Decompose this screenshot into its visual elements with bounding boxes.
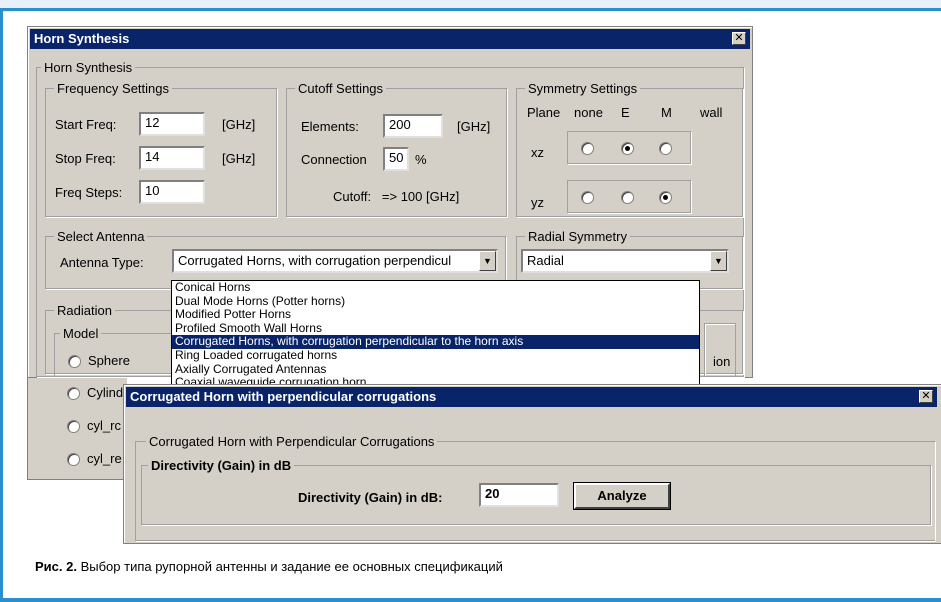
- xz-none-radio[interactable]: [581, 142, 594, 155]
- caption-text: Выбор типа рупорной антенны и задание ее…: [80, 559, 503, 574]
- sub-window-title: Corrugated Horn with perpendicular corru…: [130, 389, 437, 404]
- select-antenna-label: Select Antenna: [54, 229, 148, 244]
- model-cyl-rc-label: cyl_rc: [87, 418, 121, 433]
- corrugated-horn-group-label: Corrugated Horn with Perpendicular Corru…: [146, 434, 438, 449]
- figure-frame-bottom: [0, 598, 941, 602]
- symmetry-header-m: M: [661, 105, 672, 120]
- corrugated-horn-titlebar: Corrugated Horn with perpendicular corru…: [126, 387, 937, 407]
- chevron-down-icon[interactable]: ▼: [479, 251, 496, 271]
- symmetry-settings-group: Symmetry Settings Plane none E M wall xz…: [516, 81, 743, 217]
- close-icon[interactable]: ✕: [732, 32, 746, 45]
- start-freq-input[interactable]: 12: [139, 112, 205, 136]
- symmetry-row-xz-label: xz: [531, 145, 544, 160]
- figure-frame-left: [0, 8, 3, 602]
- antenna-option-modified-potter[interactable]: Modified Potter Horns: [172, 308, 699, 322]
- start-freq-unit: [GHz]: [222, 117, 256, 132]
- frequency-settings-label: Frequency Settings: [54, 81, 173, 96]
- start-freq-label: Start Freq:: [55, 117, 117, 132]
- symmetry-header-plane: Plane: [527, 105, 561, 120]
- model-sphere-radio[interactable]: [68, 355, 81, 368]
- radiation-right-panel: ion: [704, 323, 736, 377]
- symmetry-row-yz-box: [567, 180, 691, 213]
- symmetry-row-xz-box: [567, 131, 691, 164]
- stop-freq-input[interactable]: 14: [139, 146, 205, 170]
- chevron-down-icon[interactable]: ▼: [710, 251, 727, 271]
- stop-freq-label: Stop Freq:: [55, 151, 116, 166]
- figure-caption: Рис. 2. Выбор типа рупорной антенны и за…: [35, 558, 503, 576]
- elements-input[interactable]: 200: [383, 114, 443, 138]
- antenna-type-label: Antenna Type:: [60, 255, 144, 270]
- cutoff-settings-group: Cutoff Settings Elements: 200 [GHz] Conn…: [286, 81, 507, 217]
- xz-e-radio[interactable]: [621, 142, 634, 155]
- directivity-label: Directivity (Gain) in dB:: [298, 490, 443, 505]
- yz-m-radio[interactable]: [659, 191, 672, 204]
- radial-symmetry-selected: Radial: [527, 253, 564, 268]
- model-cylinder-radio-2[interactable]: [67, 387, 80, 400]
- directivity-group: Directivity (Gain) in dB Directivity (Ga…: [141, 458, 931, 525]
- symmetry-header-e: E: [621, 105, 630, 120]
- model-sphere-label: Sphere: [88, 353, 130, 368]
- freq-steps-label: Freq Steps:: [55, 185, 123, 200]
- model-cyl-re-radio[interactable]: [67, 453, 80, 466]
- freq-steps-input[interactable]: 10: [139, 180, 205, 204]
- window-title: Horn Synthesis: [34, 31, 130, 46]
- antenna-option-profiled-smooth[interactable]: Profiled Smooth Wall Horns: [172, 321, 699, 336]
- radiation-label: Radiation: [54, 303, 115, 318]
- yz-e-radio[interactable]: [621, 191, 634, 204]
- cutoff-settings-label: Cutoff Settings: [295, 81, 387, 96]
- antenna-type-selected: Corrugated Horns, with corrugation perpe…: [178, 253, 452, 268]
- model-label: Model: [60, 326, 102, 341]
- antenna-option-corrugated-perpendicular[interactable]: Corrugated Horns, with corrugation perpe…: [172, 335, 699, 349]
- directivity-input[interactable]: 20: [479, 483, 559, 507]
- close-icon[interactable]: ✕: [919, 390, 933, 403]
- symmetry-row-yz-label: yz: [531, 195, 544, 210]
- figure-frame-top: [0, 0, 941, 12]
- model-cyl-re-label: cyl_re: [87, 451, 122, 466]
- radial-symmetry-dropdown[interactable]: Radial ▼: [521, 249, 729, 273]
- stop-freq-unit: [GHz]: [222, 151, 256, 166]
- antenna-option-ring-loaded[interactable]: Ring Loaded corrugated horns: [172, 348, 699, 363]
- caption-prefix: Рис. 2.: [35, 559, 77, 574]
- antenna-option-conical[interactable]: Conical Horns: [172, 281, 699, 295]
- symmetry-header-wall: wall: [700, 105, 723, 120]
- yz-none-radio[interactable]: [581, 191, 594, 204]
- connection-unit: %: [415, 152, 427, 167]
- model-cyl-rc-radio[interactable]: [67, 420, 80, 433]
- connection-label: Connection: [301, 152, 367, 167]
- elements-label: Elements:: [301, 119, 359, 134]
- analyze-button[interactable]: Analyze: [573, 482, 671, 510]
- antenna-type-list[interactable]: Conical Horns Dual Mode Horns (Potter ho…: [171, 280, 700, 386]
- radial-symmetry-label: Radial Symmetry: [525, 229, 630, 244]
- directivity-group-label: Directivity (Gain) in dB: [148, 458, 295, 473]
- symmetry-header-none: none: [574, 105, 603, 120]
- antenna-option-axially-corrugated[interactable]: Axially Corrugated Antennas: [172, 362, 699, 377]
- connection-input[interactable]: 50: [383, 147, 409, 171]
- symmetry-settings-label: Symmetry Settings: [525, 81, 641, 96]
- horn-synthesis-titlebar: Horn Synthesis ✕: [30, 29, 750, 49]
- xz-m-radio[interactable]: [659, 142, 672, 155]
- antenna-type-dropdown[interactable]: Corrugated Horns, with corrugation perpe…: [172, 249, 498, 273]
- frequency-settings-group: Frequency Settings Start Freq: 12 [GHz] …: [45, 81, 277, 217]
- elements-unit: [GHz]: [457, 119, 491, 134]
- cutoff-readout: Cutoff: => 100 [GHz]: [333, 189, 460, 204]
- radiation-right-text: ion: [713, 354, 731, 369]
- antenna-option-dual-mode[interactable]: Dual Mode Horns (Potter horns): [172, 294, 699, 309]
- corrugated-horn-window: Corrugated Horn with perpendicular corru…: [123, 384, 941, 544]
- horn-synthesis-group-label: Horn Synthesis: [41, 60, 136, 75]
